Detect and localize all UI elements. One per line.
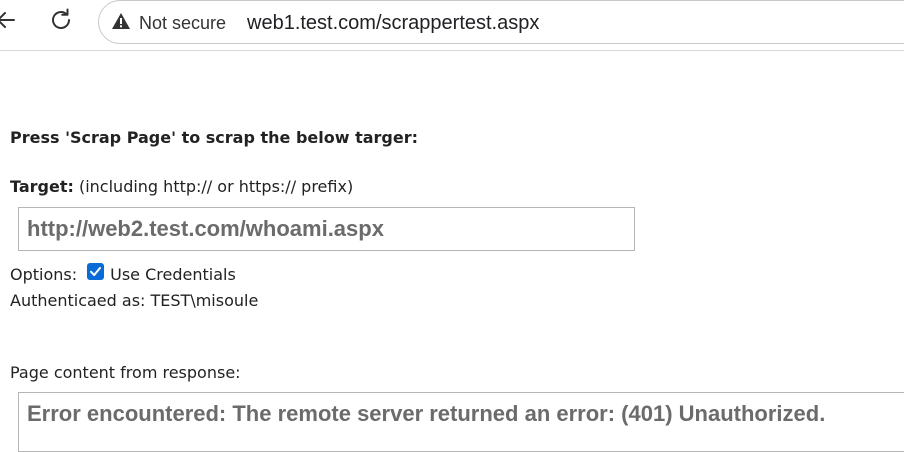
target-label-line: Target: (including http:// or https:// p…	[10, 177, 353, 196]
arrow-left-icon	[0, 7, 20, 37]
browser-toolbar: Not secure web1.test.com/scrappertest.as…	[0, 0, 904, 51]
use-credentials-checkbox[interactable]	[87, 263, 105, 280]
reload-button[interactable]	[46, 7, 76, 37]
address-bar[interactable]: Not secure web1.test.com/scrappertest.as…	[98, 0, 904, 44]
checkmark-icon	[90, 267, 102, 276]
security-label: Not secure	[139, 12, 227, 33]
use-credentials-label[interactable]: Use Credentials	[110, 265, 236, 284]
security-chip[interactable]: Not secure	[111, 1, 226, 45]
response-label: Page content from response:	[10, 363, 241, 382]
reload-icon	[47, 6, 75, 38]
response-text: Error encountered: The remote server ret…	[27, 401, 826, 426]
url-text[interactable]: web1.test.com/scrappertest.aspx	[247, 1, 539, 45]
options-label: Options:	[10, 265, 78, 284]
page-heading: Press 'Scrap Page' to scrap the below ta…	[10, 128, 419, 147]
response-content-box[interactable]: Error encountered: The remote server ret…	[18, 392, 904, 452]
target-url-input[interactable]	[18, 207, 635, 251]
target-label: Target:	[10, 177, 74, 196]
target-hint: (including http:// or https:// prefix)	[73, 177, 354, 196]
options-line: Options: Use Credentials	[10, 263, 236, 284]
back-button[interactable]	[0, 7, 22, 37]
authenticated-as-text: Authenticaed as: TEST\misoule	[10, 291, 259, 310]
warning-triangle-icon	[111, 12, 131, 34]
